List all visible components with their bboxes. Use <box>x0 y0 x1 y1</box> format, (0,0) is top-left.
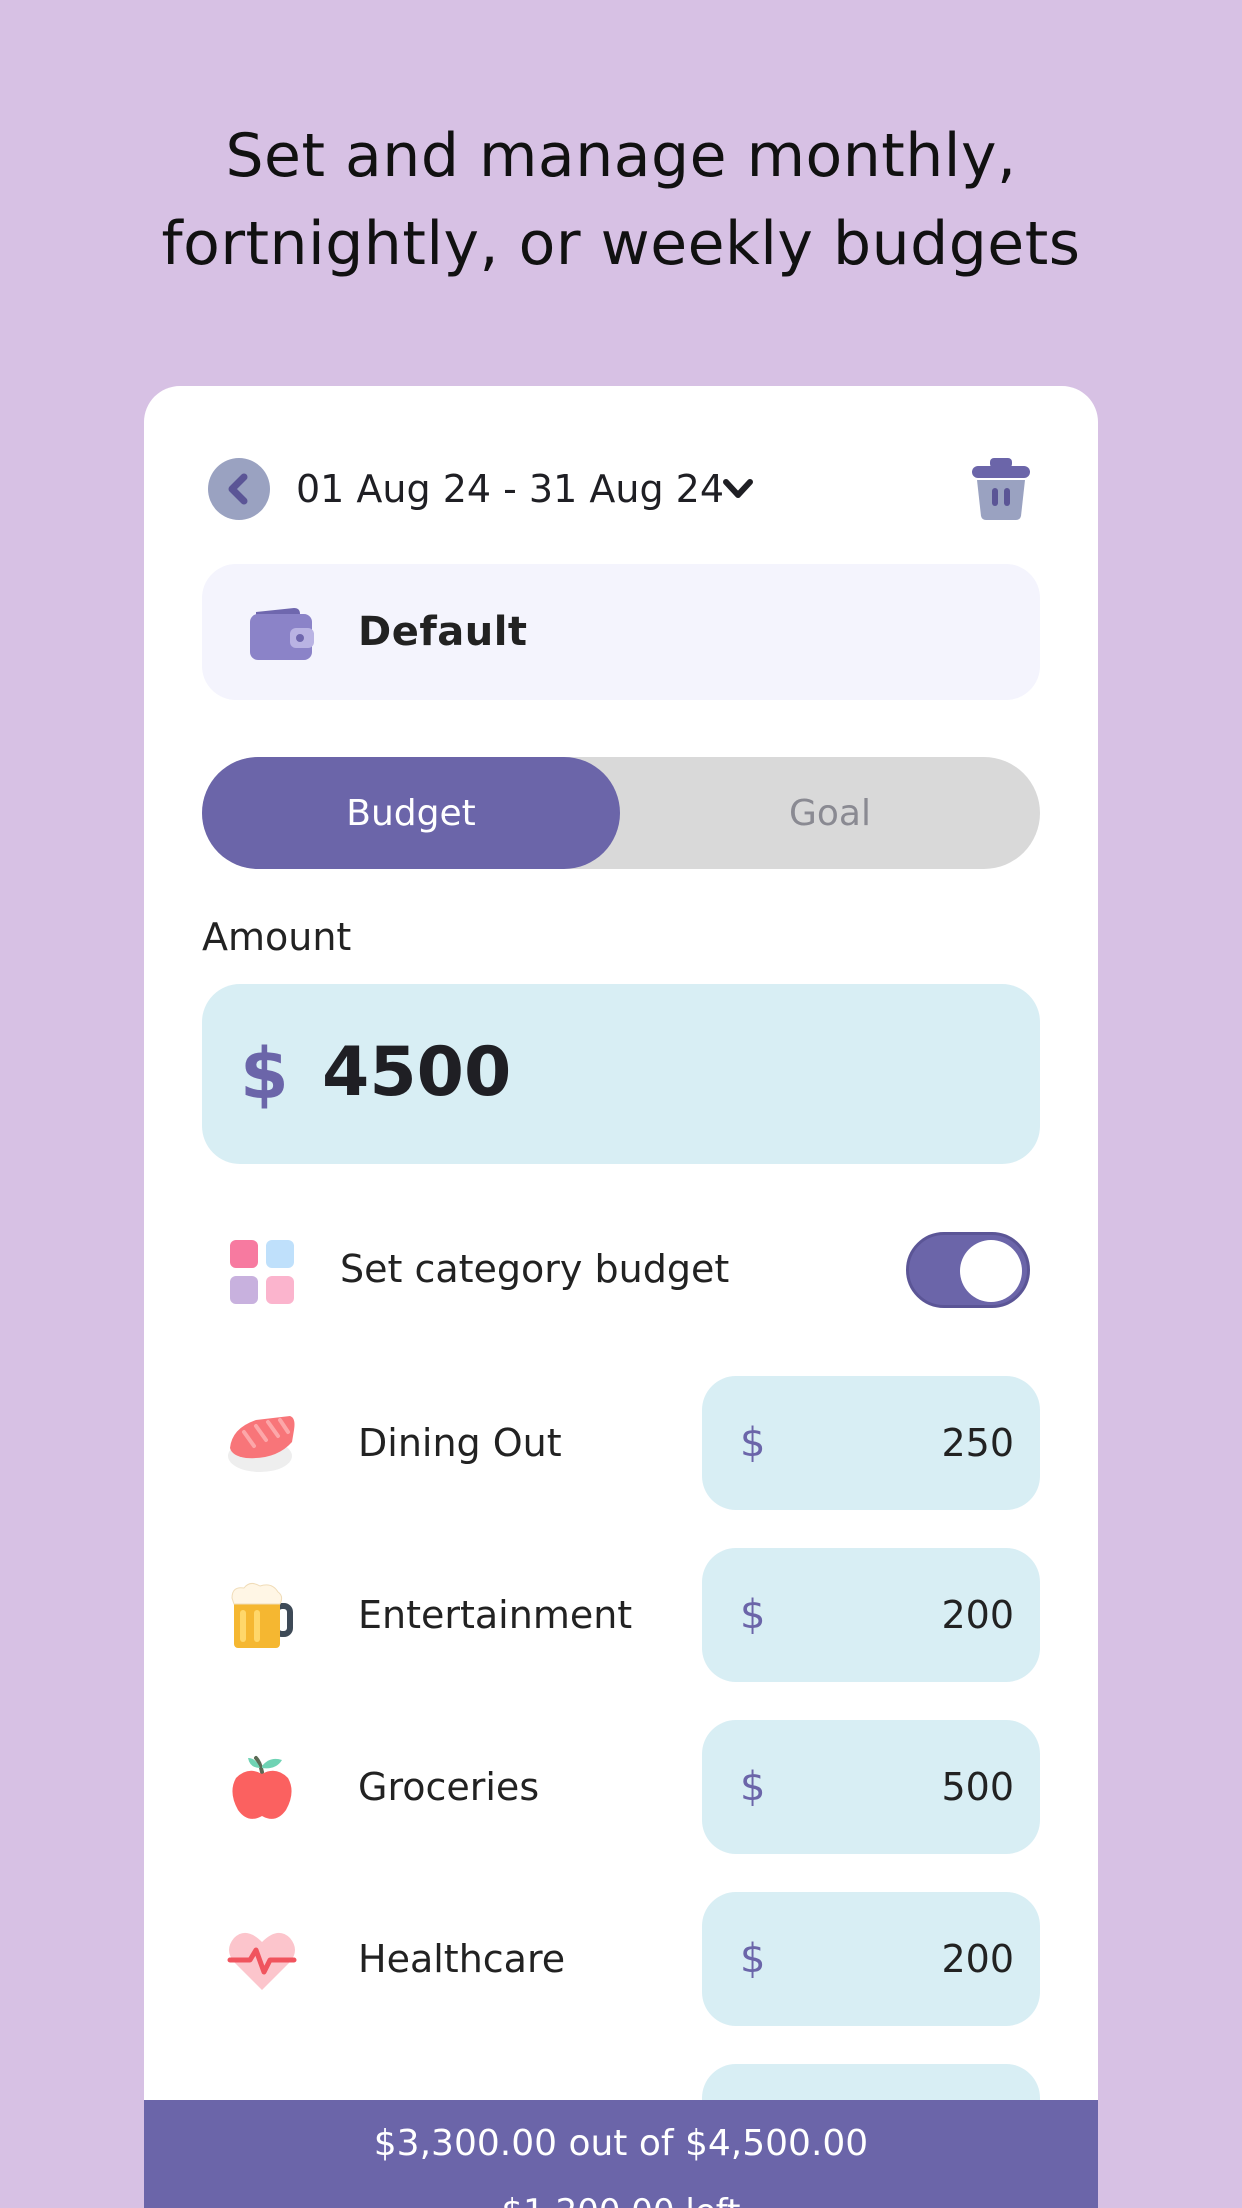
category-amount[interactable]: 200 <box>941 1590 1014 1640</box>
category-row-entertainment: Entertainment $ 200 <box>202 1548 1040 1682</box>
set-category-budget-label: Set category budget <box>340 1247 730 1291</box>
category-grid-icon <box>230 1240 294 1304</box>
headline: Set and manage monthly, fortnightly, or … <box>0 112 1242 288</box>
apple-icon <box>232 1756 292 1819</box>
date-range-label[interactable]: 01 Aug 24 - 31 Aug 24 <box>296 464 724 514</box>
category-row-dining-out: Dining Out $ 250 <box>202 1376 1040 1510</box>
headline-line-1: Set and manage monthly, <box>225 121 1017 191</box>
toggle-knob <box>960 1240 1022 1302</box>
wallet-name: Default <box>358 609 528 655</box>
budget-summary-left: $1,200.00 left <box>144 2188 1098 2208</box>
category-name: Groceries <box>358 1765 540 1809</box>
category-currency: $ <box>740 1592 766 1638</box>
amount-currency: $ <box>240 1033 289 1115</box>
budget-summary-bar: $3,300.00 out of $4,500.00 $1,200.00 lef… <box>144 2100 1098 2208</box>
category-name: Dining Out <box>358 1421 562 1465</box>
back-button[interactable] <box>208 458 270 520</box>
category-currency: $ <box>740 1936 766 1982</box>
beer-mug-icon <box>231 1582 293 1648</box>
amount-input[interactable]: $ 4500 <box>202 984 1040 1164</box>
category-currency: $ <box>740 1420 766 1466</box>
category-amount-input[interactable]: $ 500 <box>702 1720 1040 1854</box>
budget-card: 01 Aug 24 - 31 Aug 24 Default Budget Goa… <box>144 386 1098 2208</box>
category-amount[interactable]: 200 <box>941 1934 1014 1984</box>
category-row-healthcare: Healthcare $ 200 <box>202 1892 1040 2026</box>
headline-line-2: fortnightly, or weekly budgets <box>161 209 1081 279</box>
wallet-icon <box>250 608 314 660</box>
amount-value[interactable]: 4500 <box>322 1032 511 1114</box>
budget-summary-total: $3,300.00 out of $4,500.00 <box>373 2123 869 2164</box>
category-amount[interactable]: 500 <box>941 1762 1014 1812</box>
chevron-left-icon <box>228 473 248 505</box>
tab-goal[interactable]: Goal <box>620 757 1040 869</box>
heart-pulse-icon <box>227 1932 297 1990</box>
category-name: Healthcare <box>358 1937 566 1981</box>
trash-icon[interactable] <box>970 456 1032 522</box>
chevron-down-icon[interactable] <box>720 474 756 504</box>
category-currency: $ <box>740 1764 766 1810</box>
category-row-groceries: Groceries $ 500 <box>202 1720 1040 1854</box>
tab-budget[interactable]: Budget <box>202 757 620 869</box>
sushi-icon <box>228 1416 295 1472</box>
category-amount-input[interactable]: $ 200 <box>702 1548 1040 1682</box>
category-amount-input[interactable]: $ 250 <box>702 1376 1040 1510</box>
wallet-selector[interactable]: Default <box>202 564 1040 700</box>
amount-label: Amount <box>202 915 352 959</box>
category-amount-input[interactable]: $ 200 <box>702 1892 1040 2026</box>
category-budget-toggle[interactable] <box>906 1232 1030 1308</box>
category-name: Entertainment <box>358 1593 633 1637</box>
category-amount[interactable]: 250 <box>941 1418 1014 1468</box>
budget-goal-toggle: Budget Goal <box>202 757 1040 869</box>
